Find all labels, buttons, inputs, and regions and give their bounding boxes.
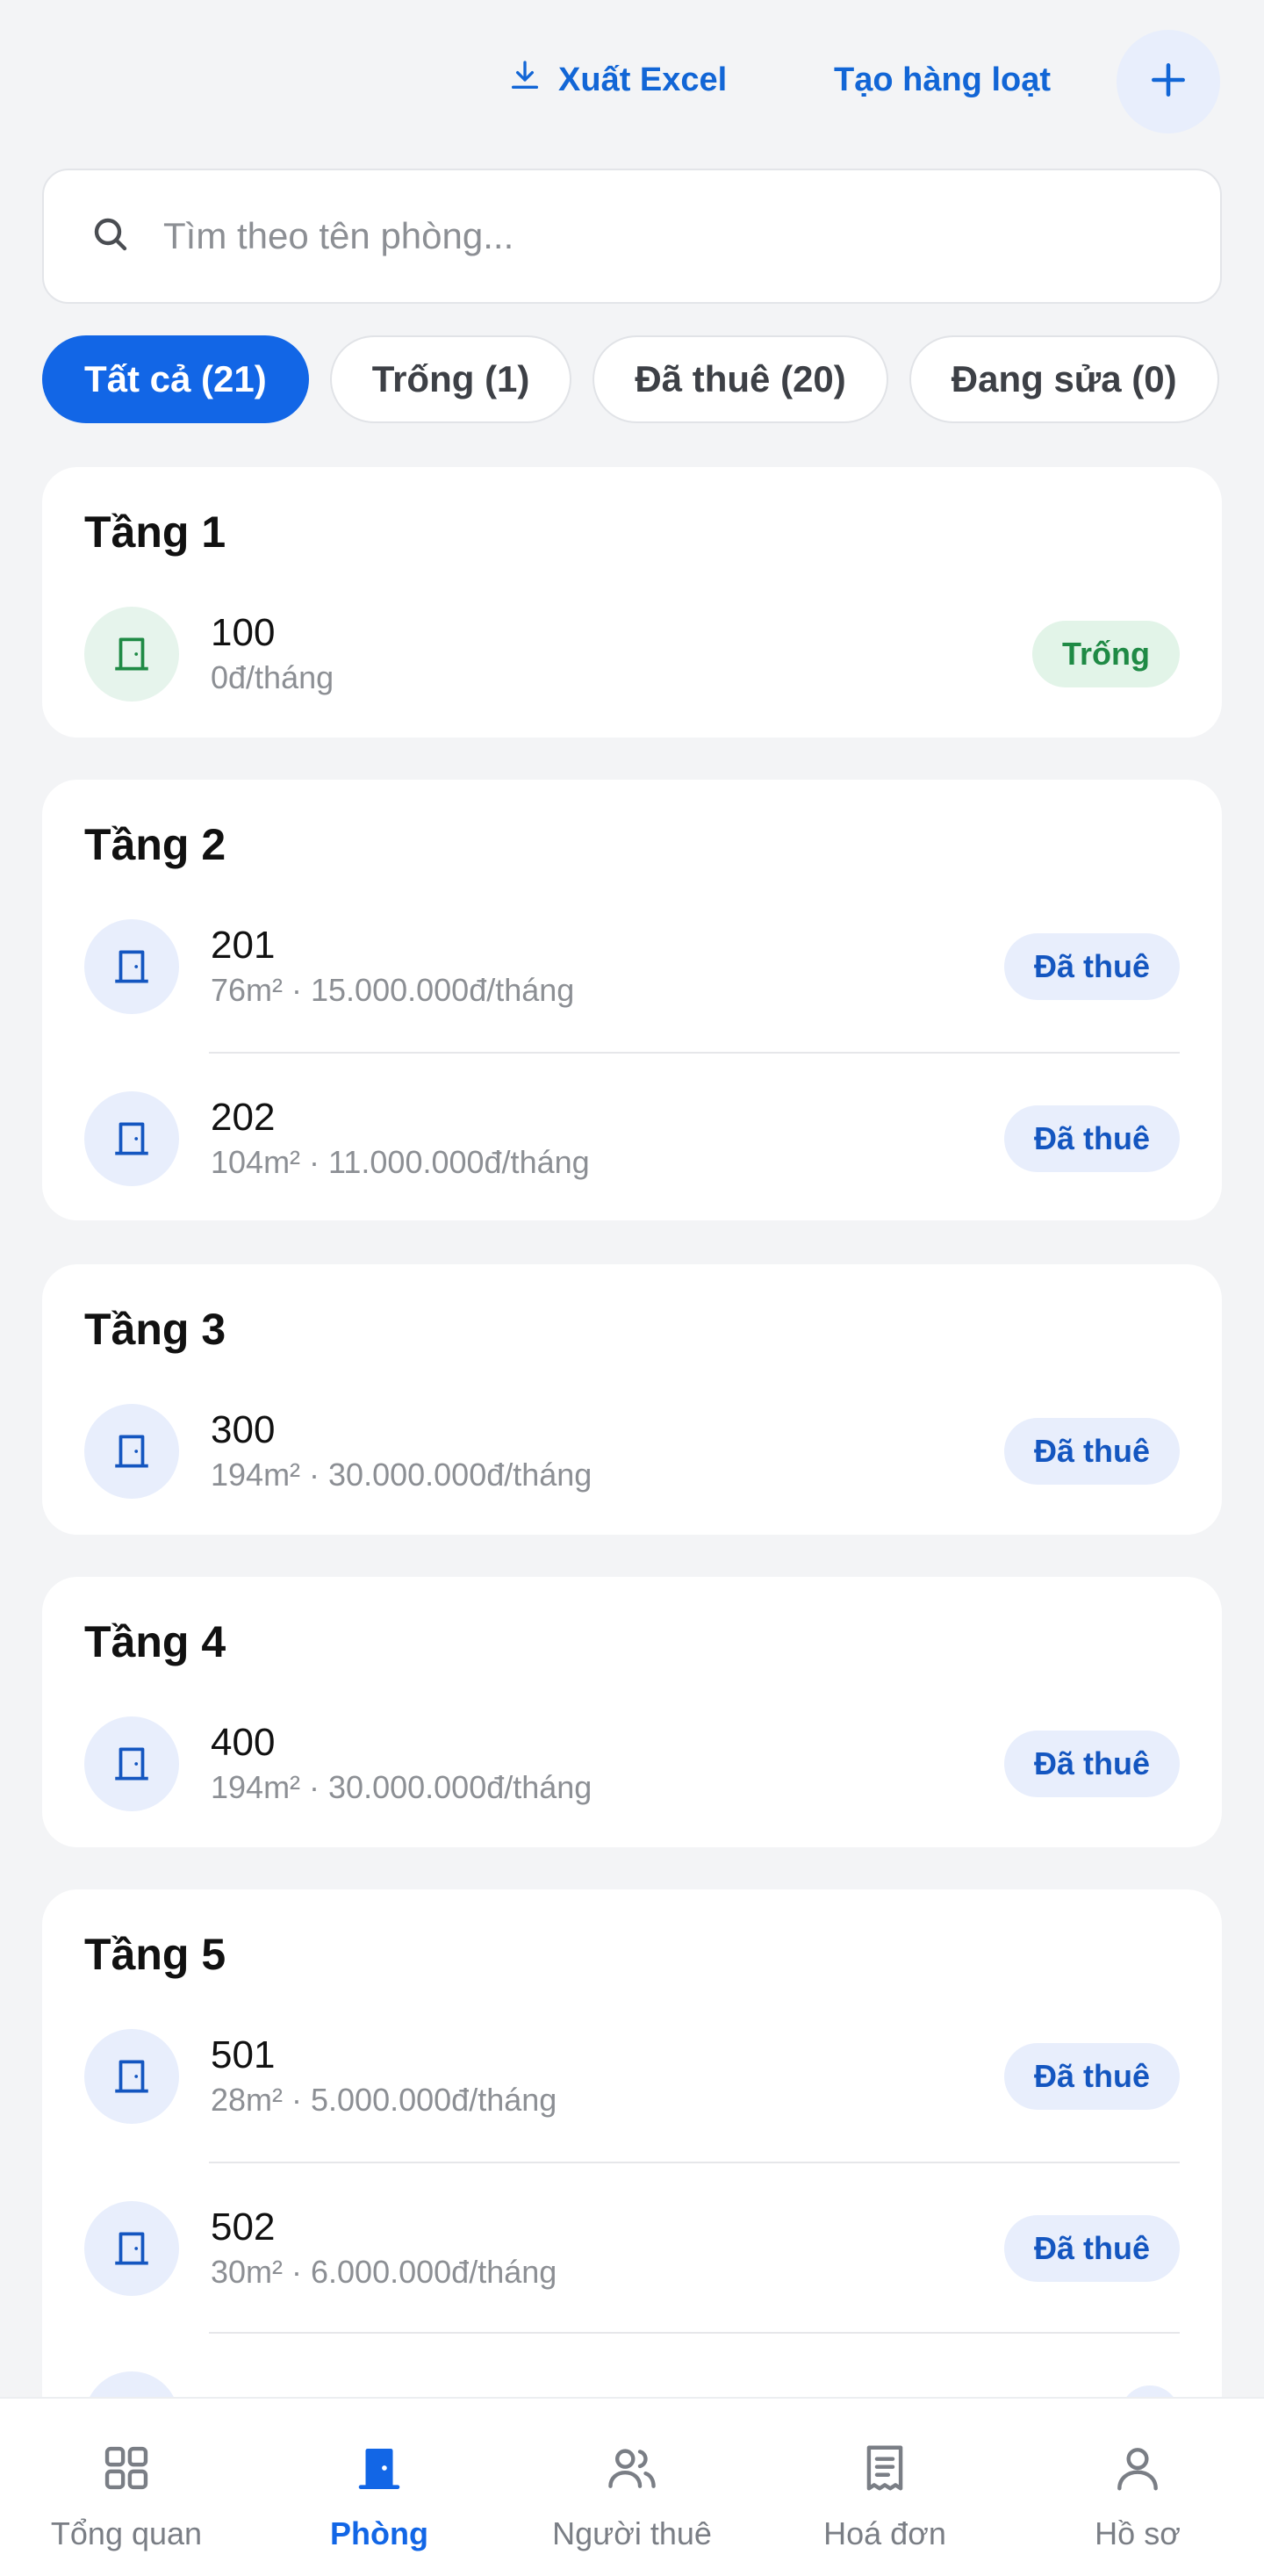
room-detail: 28m² · 5.000.000đ/tháng — [211, 2082, 557, 2118]
top-bar: Xuất Excel Tạo hàng loạt — [0, 0, 1264, 158]
room-detail: 194m² · 30.000.000đ/tháng — [211, 1769, 592, 1805]
room-name: 400 — [211, 1721, 276, 1764]
room-name: 300 — [211, 1408, 276, 1451]
nav-label: Người thuê — [552, 2515, 712, 2551]
plus-icon — [1146, 58, 1190, 106]
search-icon — [90, 213, 132, 260]
room-name: 201 — [211, 924, 276, 967]
room-row[interactable]: 201 76m² · 15.000.000đ/tháng Đã thuê — [84, 881, 1180, 1052]
room-detail: 76m² · 15.000.000đ/tháng — [211, 972, 575, 1008]
door-icon — [84, 2029, 179, 2124]
room-row[interactable]: 300 194m² · 30.000.000đ/tháng Đã thuê — [84, 1366, 1180, 1536]
batch-create-button[interactable]: Tạo hàng loạt — [834, 51, 1051, 109]
room-detail: 194m² · 30.000.000đ/tháng — [211, 1457, 592, 1493]
door-icon — [84, 1716, 179, 1811]
nav-label: Hoá đơn — [823, 2515, 946, 2551]
filter-chip-vacant[interactable]: Trống (1) — [329, 335, 572, 423]
room-name: 501 — [211, 2033, 276, 2076]
room-row[interactable]: 502 30m² · 6.000.000đ/tháng Đã thuê — [84, 2162, 1180, 2332]
filter-chip-repair[interactable]: Đang sửa (0) — [908, 335, 1219, 423]
floor-card: Tầng 1 100 0đ/tháng Trống — [42, 467, 1222, 738]
room-row[interactable]: 400 194m² · 30.000.000đ/tháng Đã thuê — [84, 1679, 1180, 1849]
users-icon — [605, 2441, 659, 2503]
nav-item-rooms[interactable]: Phòng — [253, 2399, 506, 2576]
status-badge: Trống — [1032, 621, 1180, 687]
door-icon — [84, 919, 179, 1014]
door-icon — [84, 607, 179, 702]
nav-label: Hồ sơ — [1095, 2515, 1181, 2551]
search-box — [42, 169, 1222, 304]
room-detail: 104m² · 11.000.000đ/tháng — [211, 1144, 590, 1180]
nav-item-profile[interactable]: Hồ sơ — [1011, 2399, 1264, 2576]
filter-chips: Tất cả (21) Trống (1) Đã thuê (20) Đang sửa… — [42, 335, 1222, 425]
room-name: 202 — [211, 1096, 276, 1139]
room-name: 100 — [211, 611, 276, 654]
filter-chip-all[interactable]: Tất cả (21) — [42, 335, 309, 423]
export-excel-button[interactable]: Xuất Excel — [507, 51, 727, 109]
nav-item-invoices[interactable]: Hoá đơn — [758, 2399, 1011, 2576]
floor-card: Tầng 4 400 194m² · 30.000.000đ/tháng Đã … — [42, 1577, 1222, 1847]
download-icon — [507, 58, 542, 102]
room-row[interactable]: 100 0đ/tháng Trống — [84, 569, 1180, 739]
profile-icon — [1110, 2441, 1165, 2503]
search-input[interactable] — [163, 215, 1129, 257]
bottom-nav: Tổng quan Phòng Người thuê Hoá đơn Hồ sơ — [0, 2397, 1264, 2576]
nav-label: Phòng — [330, 2515, 428, 2551]
add-room-button[interactable] — [1117, 30, 1220, 133]
door-icon — [352, 2441, 406, 2503]
export-excel-label: Xuất Excel — [558, 61, 728, 98]
nav-item-tenants[interactable]: Người thuê — [506, 2399, 758, 2576]
door-icon — [84, 1091, 179, 1186]
grid-icon — [99, 2441, 154, 2503]
nav-item-overview[interactable]: Tổng quan — [0, 2399, 253, 2576]
status-badge: Đã thuê — [1003, 2215, 1180, 2282]
door-icon — [84, 2201, 179, 2296]
door-icon — [84, 1404, 179, 1499]
status-badge: Đã thuê — [1003, 933, 1180, 1000]
filter-chip-rented[interactable]: Đã thuê (20) — [592, 335, 888, 423]
room-name: 502 — [211, 2205, 276, 2249]
room-row[interactable]: 202 104m² · 11.000.000đ/tháng Đã thuê — [84, 1052, 1180, 1222]
status-badge: Đã thuê — [1003, 1418, 1180, 1485]
nav-label: Tổng quan — [50, 2515, 203, 2551]
status-badge: Đã thuê — [1003, 1731, 1180, 1797]
room-detail: 0đ/tháng — [211, 659, 334, 695]
status-badge: Đã thuê — [1003, 2043, 1180, 2110]
floor-card: Tầng 3 300 194m² · 30.000.000đ/tháng Đã … — [42, 1264, 1222, 1535]
floor-card: Tầng 2 201 76m² · 15.000.000đ/tháng Đã t… — [42, 780, 1222, 1220]
receipt-icon — [858, 2441, 912, 2503]
room-row[interactable]: 501 28m² · 5.000.000đ/tháng Đã thuê — [84, 1991, 1180, 2162]
status-badge: Đã thuê — [1003, 1105, 1180, 1172]
room-detail: 30m² · 6.000.000đ/tháng — [211, 2254, 557, 2290]
batch-create-label: Tạo hàng loạt — [834, 61, 1051, 98]
